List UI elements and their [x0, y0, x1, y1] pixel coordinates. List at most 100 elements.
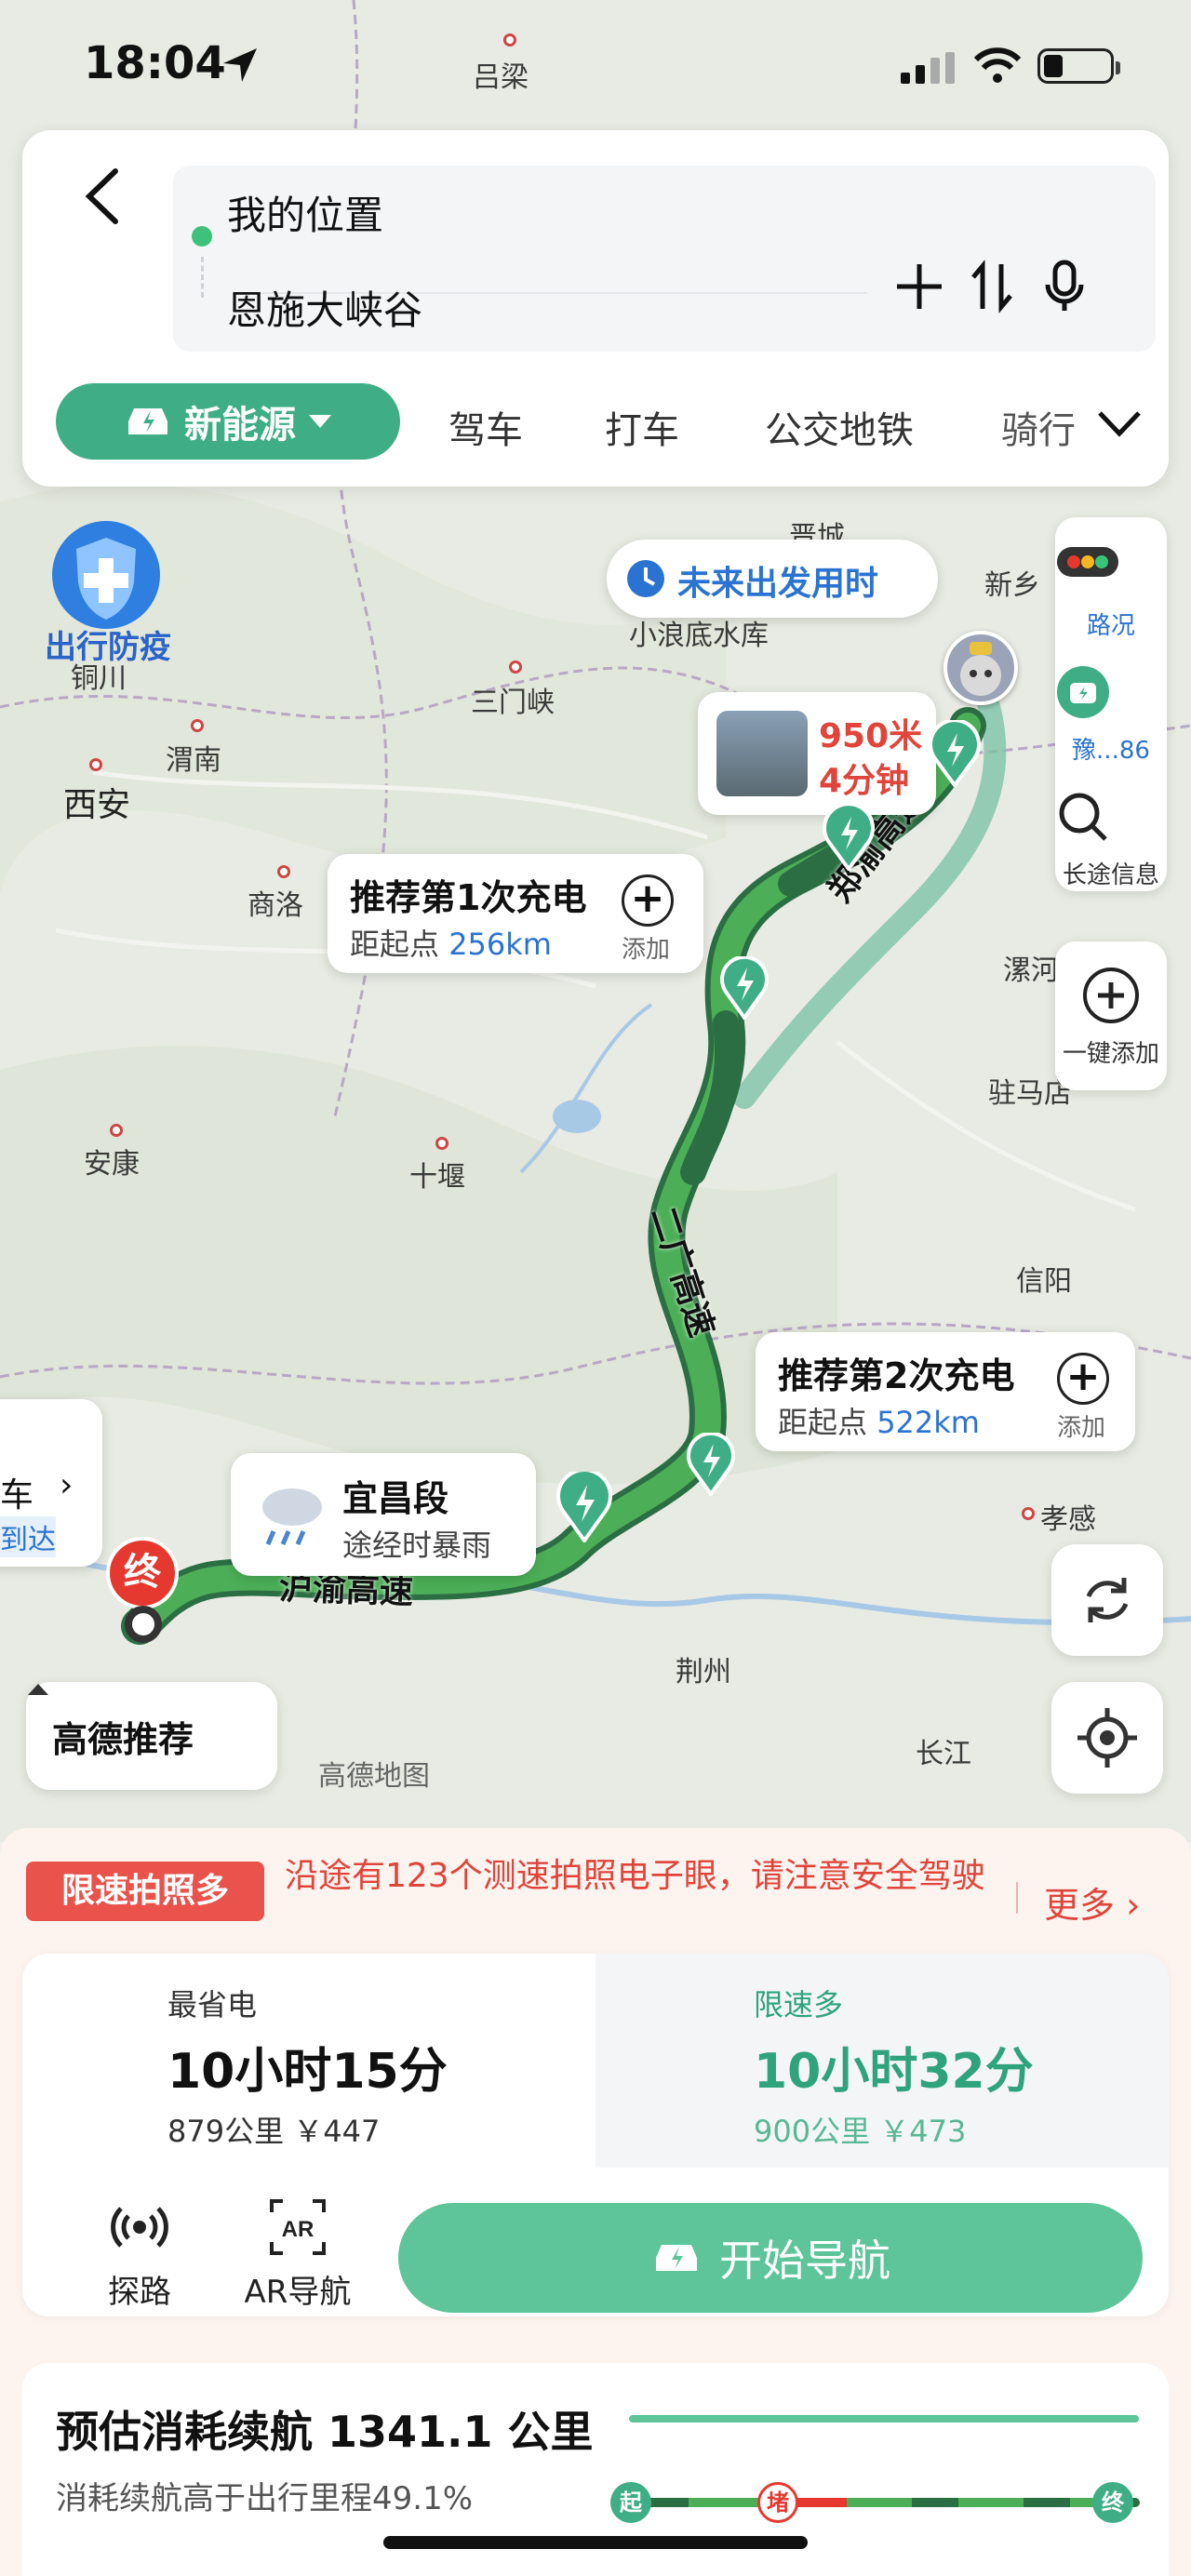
swap-icon[interactable]: [964, 259, 1020, 314]
speed-camera-notice: 限速拍照多 沿途有123个测速拍照电子眼，请注意安全驾驶 更多 ›: [26, 1845, 1171, 1947]
range-estimate-sub: 消耗续航高于出行里程49.1%: [56, 2480, 474, 2517]
epidemic-widget[interactable]: 出行防疫: [33, 517, 182, 675]
range-jam-marker: 堵: [757, 2482, 798, 2523]
traffic-photo: [716, 711, 808, 796]
future-departure-button[interactable]: 未来出发用时: [607, 540, 938, 618]
range-start-marker: 起: [610, 2482, 651, 2523]
locate-me-button[interactable]: [1051, 1682, 1163, 1794]
city-jingzhou: 荆州: [676, 1656, 731, 1688]
traffic-time: 4分钟: [819, 762, 910, 800]
signal-icon: [901, 52, 955, 84]
end-pin: 终: [106, 1537, 179, 1609]
map-tools-panel: 路况 豫...86 长途信息: [1055, 517, 1167, 891]
route-2-time: 10小时32分: [754, 2044, 1034, 2100]
city-xiaolangdi: 小浪底水库: [629, 620, 769, 652]
probe-button[interactable]: 探路: [65, 2197, 214, 2312]
ev-car-icon: [656, 2245, 697, 2271]
tab-bike[interactable]: 骑行: [1001, 400, 1076, 454]
add-circle-icon: [1083, 968, 1139, 1023]
svg-text:AR: AR: [282, 2217, 314, 2242]
city-dot: [89, 758, 102, 771]
route-1-info: 879公里 ￥447: [167, 2114, 381, 2149]
destination-input[interactable]: 恩施大峡谷: [192, 279, 422, 434]
charger-pin-icon[interactable]: [685, 1433, 737, 1496]
traffic-distance: 950米: [819, 717, 923, 755]
microphone-icon[interactable]: [1037, 259, 1092, 314]
avatar: [943, 631, 1018, 705]
route-options: 最省电 10小时15分 879公里 ￥447 限速多 10小时32分 900公里…: [22, 1954, 1169, 2316]
route-1-tag: 最省电: [167, 1987, 258, 2022]
caret-down-icon: [309, 415, 331, 428]
charge-1-distance: 距起点 256km: [350, 927, 552, 962]
charge-1-add-button[interactable]: +: [622, 874, 674, 927]
locate-icon: [1077, 1708, 1137, 1768]
more-link[interactable]: 更多 ›: [1015, 1876, 1140, 1928]
charge-2-add-button[interactable]: +: [1057, 1353, 1109, 1405]
one-key-add-button[interactable]: 一键添加: [1055, 941, 1167, 1090]
speed-camera-text: 沿途有123个测速拍照电子眼，请注意安全驾驶: [285, 1857, 985, 1895]
origin-input[interactable]: 我的位置: [192, 184, 383, 247]
tab-transit[interactable]: 公交地铁: [765, 400, 914, 454]
refresh-icon: [1086, 1578, 1129, 1622]
charge-2-distance: 距起点 522km: [778, 1405, 980, 1440]
traffic-popup[interactable]: 950米 4分钟: [698, 692, 936, 815]
city-dot: [277, 865, 290, 878]
cat-avatar-icon: [960, 642, 1001, 696]
charge-suggestion-2[interactable]: 推荐第2次充电 距起点 522km + 添加: [756, 1332, 1135, 1451]
city-xinxiang: 新乡: [984, 569, 1040, 602]
city-dot: [435, 1137, 448, 1150]
location-arrow-icon: [223, 48, 257, 82]
city-xian: 西安: [63, 786, 131, 824]
start-navigation-button[interactable]: 开始导航: [398, 2203, 1143, 2313]
charger-pin-icon[interactable]: [927, 720, 983, 787]
city-xiaogan: 孝感: [1040, 1503, 1096, 1536]
tab-new-energy[interactable]: 新能源: [56, 383, 400, 460]
side-route-card[interactable]: 车 到达 ›: [0, 1399, 102, 1567]
tab-drive[interactable]: 驾车: [448, 400, 523, 454]
route-search-card: 我的位置 恩施大峡谷 新能源 驾车 打车 公交地铁 骑行: [22, 130, 1169, 487]
side-text-top: 车: [0, 1476, 34, 1515]
city-sanmenxia: 三门峡: [471, 687, 555, 719]
weather-desc: 途经时暴雨: [342, 1528, 492, 1563]
charger-pin-icon[interactable]: [821, 804, 877, 871]
shield-icon: [52, 521, 160, 629]
charger-pin-icon[interactable]: [555, 1472, 614, 1542]
chevron-right-icon: ›: [60, 1466, 74, 1504]
city-ankang: 安康: [84, 1148, 140, 1181]
route-1-time: 10小时15分: [167, 2044, 448, 2100]
plate-label: 豫...86: [1072, 737, 1150, 765]
city-dot: [509, 661, 522, 674]
ar-icon: AR: [270, 2199, 326, 2255]
route-inputs: 我的位置 恩施大峡谷: [173, 166, 1156, 434]
recommend-selector[interactable]: 高德推荐: [26, 1682, 277, 1790]
route-option-1[interactable]: 最省电 10小时15分 879公里 ￥447: [22, 1954, 596, 2168]
city-dot: [110, 1124, 123, 1137]
refresh-route-button[interactable]: [1051, 1544, 1163, 1656]
home-indicator[interactable]: [383, 2536, 808, 2549]
charge-suggestion-1[interactable]: 推荐第1次充电 距起点 256km + 添加: [328, 854, 703, 973]
traffic-light-icon: [1057, 547, 1118, 577]
wifi-icon: [973, 47, 1022, 83]
ev-car-icon: [1057, 666, 1109, 718]
back-arrow-icon[interactable]: [69, 164, 134, 229]
chevron-down-icon[interactable]: [1096, 409, 1143, 437]
charger-pin-icon[interactable]: [718, 956, 770, 1020]
range-end-marker: 终: [1092, 2482, 1133, 2523]
speed-camera-badge: 限速拍照多: [26, 1862, 264, 1921]
tab-taxi[interactable]: 打车: [605, 400, 679, 454]
weather-alert[interactable]: 宜昌段 途经时暴雨: [231, 1453, 536, 1576]
range-estimate-title: 预估消耗续航 1341.1 公里: [56, 2407, 594, 2457]
charge-2-title: 推荐第2次充电: [778, 1355, 1015, 1396]
ar-nav-button[interactable]: AR AR导航: [223, 2197, 372, 2312]
future-departure-label: 未来出发用时: [677, 565, 879, 603]
route-option-2[interactable]: 限速多 10小时32分 900公里 ￥473: [596, 1954, 1169, 2168]
city-changjiang: 长江: [916, 1738, 971, 1770]
city-xinyang: 信阳: [1016, 1265, 1072, 1298]
city-dot: [1022, 1507, 1035, 1520]
clock-icon: [627, 560, 664, 597]
caret-up-icon: [28, 1684, 48, 1695]
add-waypoint-icon[interactable]: [891, 259, 947, 314]
search-icon: [1059, 793, 1107, 841]
city-shiyan: 十堰: [409, 1161, 465, 1194]
charge-1-add-label: 添加: [622, 936, 671, 964]
